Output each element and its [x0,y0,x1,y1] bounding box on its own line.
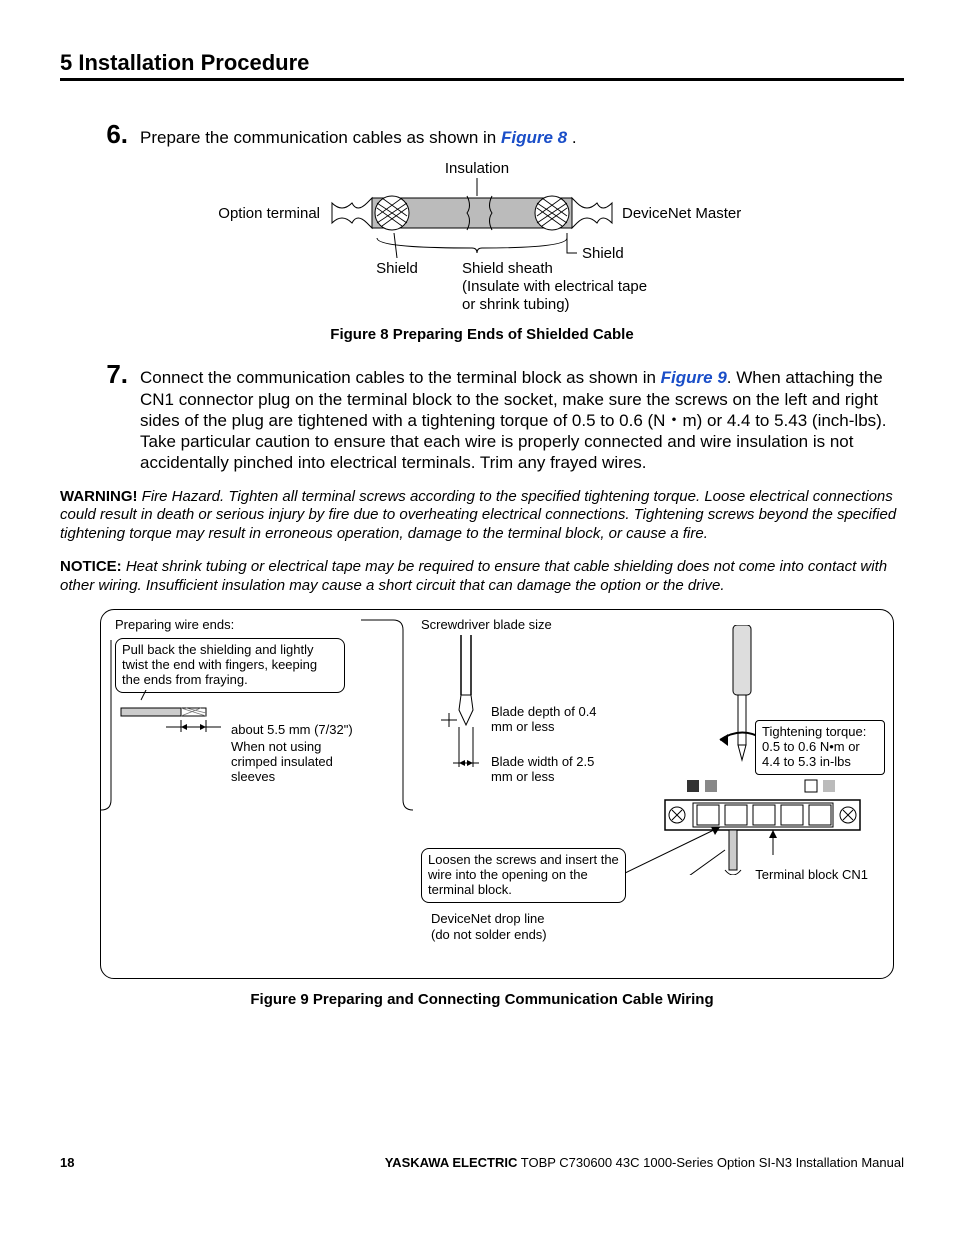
notice-text: Heat shrink tubing or electrical tape ma… [60,558,887,594]
label-insulation: Insulation [445,160,509,177]
doc-company: YASKAWA ELECTRIC [385,1155,518,1170]
step-6: 6. Prepare the communication cables as s… [100,121,904,148]
step6-text-b: . [567,128,576,147]
step-number: 6. [100,121,140,147]
step-7: 7. Connect the communication cables to t… [100,361,904,473]
label-screwdriver-size: Screwdriver blade size [421,618,552,633]
callout-tightening-torque: Tightening torque: 0.5 to 0.6 N•m or 4.4… [755,720,885,775]
step-text: Connect the communication cables to the … [140,361,904,473]
step-number: 7. [100,361,140,387]
notice-block: NOTICE: Heat shrink tubing or electrical… [60,558,904,596]
figure-8: Insulation Option terminal DeviceNet Mas… [60,158,904,343]
label-terminal-block: Terminal block CN1 [755,868,868,883]
label-dropline-b: (do not solder ends) [431,928,547,943]
warning-label: WARNING! [60,488,138,505]
figure-8-diagram: Insulation Option terminal DeviceNet Mas… [202,158,762,318]
label-devicenet-master: DeviceNet Master [622,205,741,222]
doc-title: TOBP C730600 43C 1000-Series Option SI-N… [517,1155,904,1170]
label-blade-depth: Blade depth of 0.4 mm or less [491,705,601,735]
figure-8-link[interactable]: Figure 8 [501,128,567,147]
page-footer: 18 YASKAWA ELECTRIC TOBP C730600 43C 100… [60,1155,904,1170]
warning-text: Fire Hazard. Tighten all terminal screws… [60,488,896,543]
label-shield-left: Shield [376,260,418,277]
step-text: Prepare the communication cables as show… [140,121,904,148]
section-heading: 5 Installation Procedure [60,50,904,81]
step6-text-a: Prepare the communication cables as show… [140,128,501,147]
left-bracket [101,610,413,980]
figure-8-caption: Figure 8 Preparing Ends of Shielded Cabl… [60,326,904,343]
label-sheath-c: or shrink tubing) [462,296,570,313]
label-option-terminal: Option terminal [218,205,320,222]
label-shield-right: Shield [582,245,624,262]
label-sheath-a: Shield sheath [462,260,553,277]
figure-9-link[interactable]: Figure 9 [661,368,727,387]
label-blade-width: Blade width of 2.5 mm or less [491,755,601,785]
page-number: 18 [60,1155,74,1170]
notice-label: NOTICE: [60,558,122,575]
label-sheath-b: (Insulate with electrical tape [462,278,647,295]
figure-9-caption: Figure 9 Preparing and Connecting Commun… [60,991,904,1008]
callout-loosen-screws: Loosen the screws and insert the wire in… [421,848,626,903]
warning-block: WARNING! Fire Hazard. Tighten all termin… [60,488,904,544]
figure-9-diagram: Preparing wire ends: Pull back the shiel… [100,609,894,979]
step7-text-a: Connect the communication cables to the … [140,368,661,387]
label-dropline-a: DeviceNet drop line [431,912,544,927]
doc-id: YASKAWA ELECTRIC TOBP C730600 43C 1000-S… [385,1155,904,1170]
